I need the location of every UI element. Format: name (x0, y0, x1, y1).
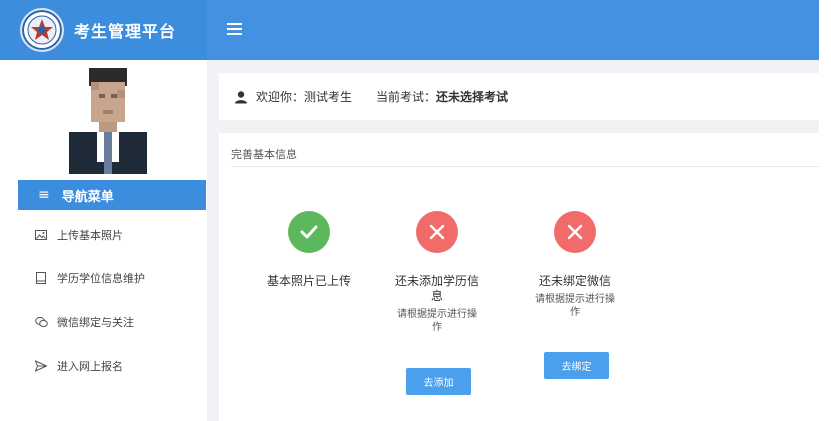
step-label-line1: 还未添加学历信 (394, 274, 479, 288)
current-exam-value: 还未选择考试 (436, 90, 509, 104)
hamburger-icon[interactable] (226, 20, 244, 38)
sidebar-item-wechat[interactable]: 微信绑定与关注 (0, 311, 207, 333)
nav-menu-title: 导航菜单 (61, 189, 114, 205)
app-title: 考生管理平台 (74, 22, 177, 41)
divider (231, 166, 819, 167)
step-hint-line2: 作 (432, 322, 442, 333)
sidebar-item-label: 微信绑定与关注 (57, 316, 134, 329)
card-title: 完善基本信息 (231, 148, 297, 161)
sidebar-item-label: 进入网上报名 (57, 360, 123, 373)
close-icon (416, 211, 458, 253)
page-edge (819, 0, 831, 421)
step-hint-line2: 作 (570, 307, 580, 318)
sidebar: 考生管理平台 ≡ 导航菜单 上传基本照片 学历学位信息维护 微信绑定与关注 进入… (0, 0, 207, 421)
step-education-status: 还未添加学历信 息 请根据提示进行操 作 (387, 211, 487, 334)
welcome-greeting: 欢迎你：测试考生 (256, 90, 353, 104)
bind-wechat-button[interactable]: 去绑定 (544, 352, 609, 379)
welcome-bar: 欢迎你：测试考生 当前考试： 还未选择考试 (219, 73, 831, 120)
nav-menu-header: ≡ 导航菜单 (18, 180, 206, 210)
sidebar-item-upload-photo[interactable]: 上传基本照片 (0, 224, 207, 246)
step-hint-line1: 请根据提示进行操 (535, 294, 615, 305)
wechat-icon (33, 314, 49, 330)
book-icon (33, 270, 49, 286)
complete-info-card: 完善基本信息 基本照片已上传 还未添加学历信 息 请根据提示进行操 作 去添加 … (219, 133, 831, 421)
send-icon (33, 358, 49, 374)
step-label: 基本照片已上传 (266, 274, 351, 288)
step-photo-status: 基本照片已上传 (259, 211, 359, 289)
current-exam-label: 当前考试： (376, 90, 437, 104)
brand-bar: 考生管理平台 (0, 0, 207, 60)
user-icon (234, 90, 248, 104)
logo-icon (20, 8, 64, 52)
step-wechat-status: 还未绑定微信 请根据提示进行操 作 (525, 211, 625, 319)
sidebar-item-education[interactable]: 学历学位信息维护 (0, 267, 207, 289)
avatar (67, 66, 149, 174)
add-education-button[interactable]: 去添加 (406, 368, 471, 395)
sidebar-item-online-registration[interactable]: 进入网上报名 (0, 355, 207, 377)
check-icon (288, 211, 330, 253)
step-hint-line1: 请根据提示进行操 (397, 309, 477, 320)
close-icon (554, 211, 596, 253)
sidebar-item-label: 上传基本照片 (57, 229, 123, 242)
menu-lines-icon: ≡ (38, 187, 50, 203)
step-label-line1: 还未绑定微信 (538, 274, 611, 288)
top-bar (207, 0, 831, 60)
image-icon (33, 227, 49, 243)
sidebar-item-label: 学历学位信息维护 (57, 272, 145, 285)
step-label-line2: 息 (430, 289, 443, 303)
app-root: 考生管理平台 ≡ 导航菜单 上传基本照片 学历学位信息维护 微信绑定与关注 进入… (0, 0, 831, 421)
